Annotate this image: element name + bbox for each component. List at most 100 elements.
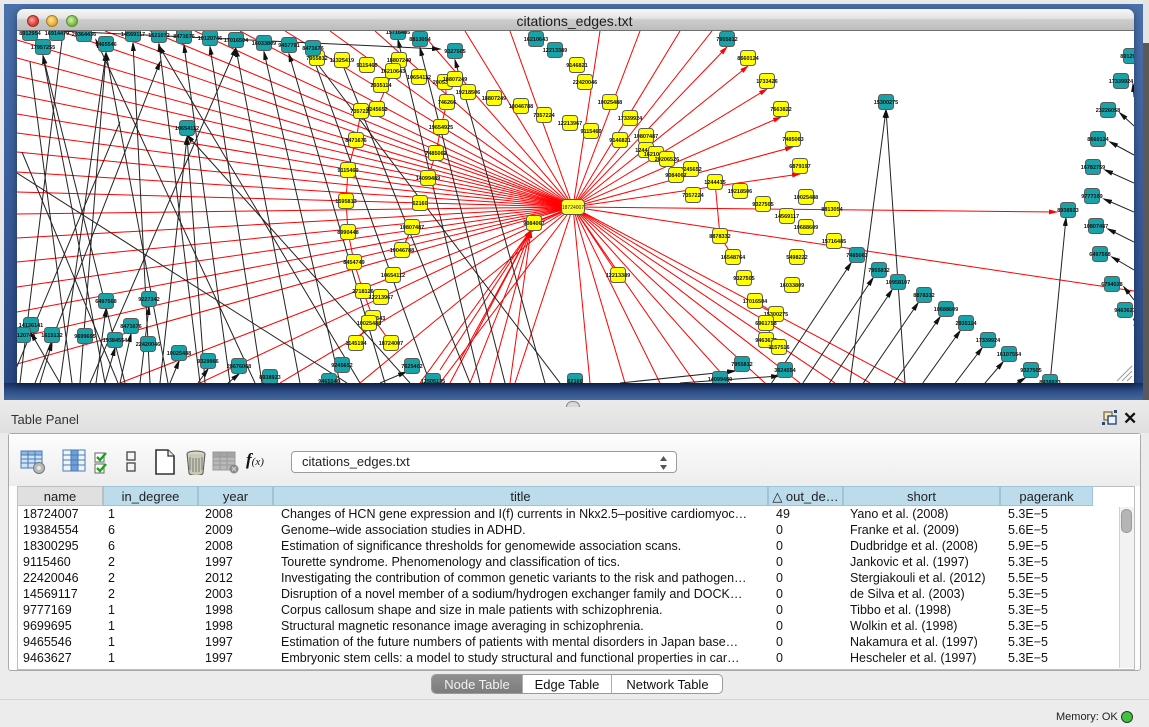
svg-text:6794028: 6794028 (1101, 282, 1122, 288)
svg-text:12505135: 12505135 (421, 379, 445, 383)
svg-text:6961758: 6961758 (755, 321, 776, 327)
svg-text:15716485: 15716485 (386, 31, 410, 36)
svg-text:7357224: 7357224 (533, 113, 555, 119)
svg-text:1595813: 1595813 (335, 199, 356, 205)
svg-text:10120746: 10120746 (198, 36, 222, 42)
svg-text:16033809: 16033809 (780, 283, 804, 289)
svg-text:7485063: 7485063 (425, 151, 446, 157)
svg-text:22420046: 22420046 (136, 342, 160, 348)
svg-text:7955812: 7955812 (731, 362, 752, 368)
svg-text:23226058: 23226058 (1096, 108, 1120, 114)
svg-text:9777169: 9777169 (1081, 194, 1102, 200)
svg-text:62160: 62160 (567, 379, 582, 383)
svg-text:16782759: 16782759 (1081, 165, 1105, 171)
svg-text:16210643: 16210643 (524, 37, 548, 43)
svg-text:7485063: 7485063 (782, 137, 803, 143)
svg-text:6497568: 6497568 (1089, 252, 1110, 258)
svg-text:8471676: 8471676 (120, 324, 141, 330)
svg-text:10025488: 10025488 (167, 351, 191, 357)
svg-text:19218506: 19218506 (456, 90, 480, 96)
svg-text:9699695: 9699695 (74, 334, 95, 340)
svg-text:9084067: 9084067 (523, 221, 544, 227)
svg-text:20206526: 20206526 (655, 157, 679, 163)
svg-text:17016504: 17016504 (224, 38, 249, 44)
svg-text:10025488: 10025488 (598, 100, 622, 106)
svg-text:8878332: 8878332 (709, 234, 730, 240)
svg-text:12213389: 12213389 (543, 48, 567, 54)
svg-text:19654925: 19654925 (429, 125, 453, 131)
svg-text:12213967: 12213967 (558, 121, 582, 127)
svg-text:8454749: 8454749 (343, 260, 364, 266)
svg-text:7955812: 7955812 (716, 37, 737, 43)
svg-text:9146821: 9146821 (609, 138, 630, 144)
svg-text:16548764: 16548764 (721, 255, 746, 261)
svg-text:8912954: 8912954 (19, 31, 41, 37)
svg-text:10688609: 10688609 (934, 307, 958, 313)
svg-text:1615132: 1615132 (41, 333, 62, 339)
svg-text:15716485: 15716485 (822, 239, 846, 245)
svg-text:3624554: 3624554 (774, 368, 796, 374)
svg-text:746266: 746266 (438, 100, 456, 106)
svg-text:19384554: 19384554 (103, 338, 128, 344)
svg-text:10807487: 10807487 (634, 134, 658, 140)
svg-text:15300275: 15300275 (874, 100, 898, 106)
svg-text:16210643: 16210643 (381, 69, 405, 75)
svg-text:18724007: 18724007 (562, 205, 584, 211)
svg-text:7955812: 7955812 (868, 268, 889, 274)
svg-text:8938923: 8938923 (1057, 208, 1078, 214)
svg-text:9465546: 9465546 (318, 379, 339, 383)
svg-text:8471676: 8471676 (173, 34, 194, 40)
svg-text:22420046: 22420046 (573, 80, 597, 86)
svg-text:14569117: 14569117 (121, 32, 145, 38)
svg-text:18807249: 18807249 (443, 77, 467, 83)
svg-text:1157516: 1157516 (768, 345, 789, 351)
svg-text:16033809: 16033809 (252, 41, 276, 47)
svg-text:8938923: 8938923 (259, 375, 280, 381)
svg-text:8471676: 8471676 (302, 46, 323, 52)
svg-text:18807249: 18807249 (482, 96, 506, 102)
svg-text:17339924: 17339924 (618, 116, 643, 122)
svg-text:9327505: 9327505 (1020, 368, 1041, 374)
svg-text:8912954: 8912954 (1120, 54, 1134, 60)
svg-text:10025488: 10025488 (357, 321, 381, 327)
svg-text:10046788: 10046788 (390, 248, 414, 254)
svg-text:9115460: 9115460 (356, 63, 377, 69)
svg-text:9463627: 9463627 (1114, 308, 1134, 314)
svg-text:8990448: 8990448 (337, 230, 358, 236)
svg-text:1145194: 1145194 (345, 341, 367, 347)
svg-text:9457791: 9457791 (278, 43, 299, 49)
svg-text:9327505: 9327505 (752, 202, 773, 208)
svg-text:9115460: 9115460 (337, 168, 358, 174)
svg-text:8813054: 8813054 (821, 207, 843, 213)
svg-text:17339924: 17339924 (1109, 79, 1134, 85)
svg-text:1621072: 1621072 (148, 33, 169, 39)
svg-text:8660124: 8660124 (1087, 137, 1109, 143)
svg-text:10807487: 10807487 (1084, 224, 1108, 230)
svg-text:1733426: 1733426 (756, 79, 777, 85)
svg-text:14569117: 14569117 (775, 214, 799, 220)
svg-text:6497568: 6497568 (95, 299, 116, 305)
svg-text:8938923: 8938923 (1039, 380, 1060, 383)
svg-text:16914479: 16914479 (45, 31, 69, 37)
svg-text:17957255: 17957255 (31, 45, 55, 51)
svg-text:10807487: 10807487 (400, 225, 424, 231)
svg-text:8471676: 8471676 (345, 138, 366, 144)
svg-text:6879197: 6879197 (789, 164, 810, 170)
svg-text:7955812: 7955812 (306, 56, 327, 62)
svg-text:62160: 62160 (412, 201, 427, 207)
svg-text:14099489: 14099489 (416, 176, 440, 182)
svg-text:10046788: 10046788 (509, 104, 533, 110)
svg-text:9084067: 9084067 (665, 173, 686, 179)
svg-text:11325419: 11325419 (330, 58, 354, 64)
svg-text:28676068: 28676068 (227, 364, 251, 370)
svg-text:9327505: 9327505 (444, 49, 465, 55)
svg-text:12213967: 12213967 (369, 295, 393, 301)
svg-text:9245652: 9245652 (366, 107, 387, 113)
svg-text:9146821: 9146821 (566, 63, 587, 69)
svg-text:10654112: 10654112 (175, 126, 199, 132)
svg-text:9227342: 9227342 (138, 297, 159, 303)
svg-text:9329966: 9329966 (197, 359, 218, 365)
svg-text:17016504: 17016504 (743, 299, 768, 305)
svg-text:10120746: 10120746 (17, 333, 35, 339)
svg-text:9327505: 9327505 (733, 276, 754, 282)
